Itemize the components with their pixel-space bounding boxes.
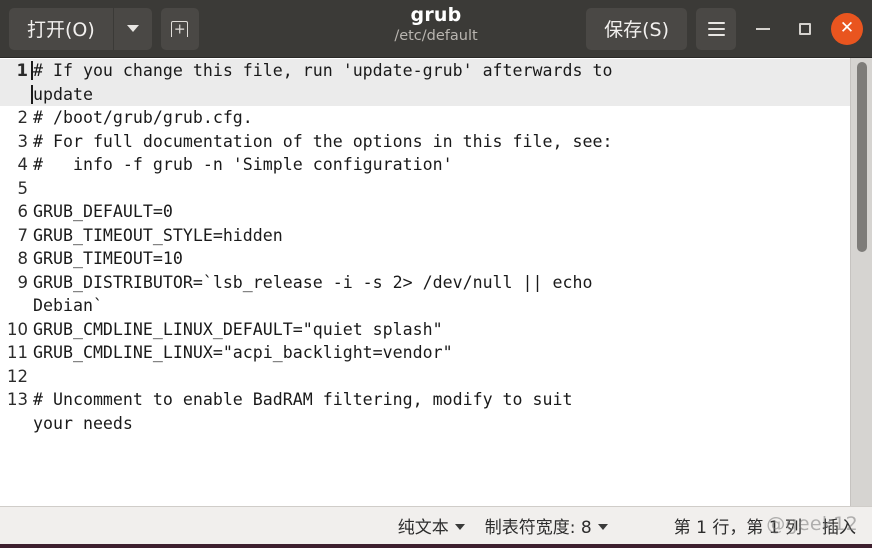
line-text: Debian` [33,296,103,315]
line-text: GRUB_CMDLINE_LINUX_DEFAULT="quiet splash… [33,319,443,339]
new-document-button[interactable] [160,7,199,50]
line-number: 4 [17,155,29,174]
line-text: your needs [33,413,133,433]
tab-width-label: 制表符宽度: 8 [484,518,592,538]
editor-line[interactable]: 9 GRUB_DISTRIBUTOR=`lsb_release -i -s 2> … [0,271,850,295]
editor-line[interactable]: 11 GRUB_CMDLINE_LINUX="acpi_backlight=ven… [0,341,850,365]
tab-width-selector[interactable]: 制表符宽度: 8 [475,513,618,538]
text-editor-content[interactable]: 1 # If you change this file, run 'update-… [0,58,850,506]
line-text: GRUB_TIMEOUT=10 [33,249,183,268]
editor-line[interactable]: 4 # info -f grub -n 'Simple configuration… [0,153,850,177]
line-text: GRUB_DEFAULT=0 [33,202,173,221]
editor-line[interactable]: 5 [0,177,850,201]
line-number: 1 [16,61,28,80]
line-text: GRUB_TIMEOUT_STYLE=hidden [33,225,283,245]
line-text: # Uncomment to enable BadRAM filtering, … [33,390,573,409]
line-text: # If you change this file, run 'update-g… [31,59,850,83]
titlebar-right-controls: 保存(S) ✕ [586,7,863,50]
editor-line[interactable]: update [0,82,850,107]
editor-line[interactable]: 12 [0,365,850,389]
chevron-down-icon [597,523,608,530]
line-text: update [31,83,850,107]
line-number: 12 [7,366,28,386]
editor-line[interactable]: Debian` [0,294,850,318]
line-number: 3 [17,131,29,151]
cursor-position: 第 1 行，第 1 列 [673,518,802,538]
minimize-button[interactable] [742,8,784,50]
statusbar: 纯文本 制表符宽度: 8 第 1 行，第 1 列 插入 @geek12 [0,506,872,548]
line-text: # For full documentation of the options … [33,131,613,151]
new-document-icon [171,20,189,37]
close-icon: ✕ [839,18,855,38]
editor-line[interactable]: your needs [0,412,850,436]
line-text: GRUB_CMDLINE_LINUX="acpi_backlight=vendo… [33,343,453,362]
chevron-down-icon [126,25,139,32]
line-number: 10 [7,319,28,339]
titlebar: 打开(O) grub /etc/default 保存(S) [0,0,872,58]
maximize-button[interactable] [784,8,826,50]
maximize-icon [799,22,811,35]
editor-area: 1 # If you change this file, run 'update-… [0,58,872,506]
line-number: 11 [7,343,28,362]
save-button[interactable]: 保存(S) [586,7,687,50]
line-number: 7 [17,225,29,245]
line-number: 2 [17,108,29,127]
line-text: # info -f grub -n 'Simple configuration' [33,155,453,174]
open-button-label: 打开(O) [27,19,95,41]
hamburger-icon-line2 [707,27,725,30]
page-title: grub [410,4,462,26]
line-number: 9 [17,272,29,292]
editor-line[interactable]: 2 # /boot/grub/grub.cfg. [0,106,850,130]
open-dropdown-button[interactable] [113,7,152,50]
line-number: 8 [17,249,29,268]
minimize-icon [756,27,770,30]
file-path-subtitle: /etc/default [394,28,478,44]
scrollbar-thumb[interactable] [857,62,867,252]
line-number: 13 [7,390,28,409]
open-button-group: 打开(O) [9,7,152,50]
editor-line[interactable]: 13 # Uncomment to enable BadRAM filtering… [0,388,850,412]
vertical-scrollbar[interactable] [850,58,872,506]
save-button-label: 保存(S) [604,19,669,41]
editor-line[interactable]: 8 GRUB_TIMEOUT=10 [0,247,850,271]
line-number: 6 [17,202,29,221]
line-number: 5 [17,178,29,198]
file-type-label: 纯文本 [397,518,449,538]
editor-line[interactable]: 10 GRUB_CMDLINE_LINUX_DEFAULT="quiet spla… [0,318,850,342]
chevron-down-icon [454,523,465,530]
text-editor-window: 打开(O) grub /etc/default 保存(S) [0,0,872,548]
editor-line[interactable]: 7 GRUB_TIMEOUT_STYLE=hidden [0,224,850,248]
editor-line[interactable]: 1 # If you change this file, run 'update-… [0,59,850,83]
menu-button[interactable] [696,7,736,50]
input-mode: 插入 [822,518,856,538]
editor-line[interactable]: 6 GRUB_DEFAULT=0 [0,200,850,224]
file-type-selector[interactable]: 纯文本 [388,513,475,538]
line-text: # /boot/grub/grub.cfg. [33,108,253,127]
close-button[interactable]: ✕ [831,12,863,45]
hamburger-icon-line3 [707,33,725,36]
open-button[interactable]: 打开(O) [9,7,114,50]
editor-line[interactable]: 3 # For full documentation of the options… [0,130,850,154]
hamburger-icon [707,21,725,24]
line-text: GRUB_DISTRIBUTOR=`lsb_release -i -s 2> /… [33,272,593,292]
